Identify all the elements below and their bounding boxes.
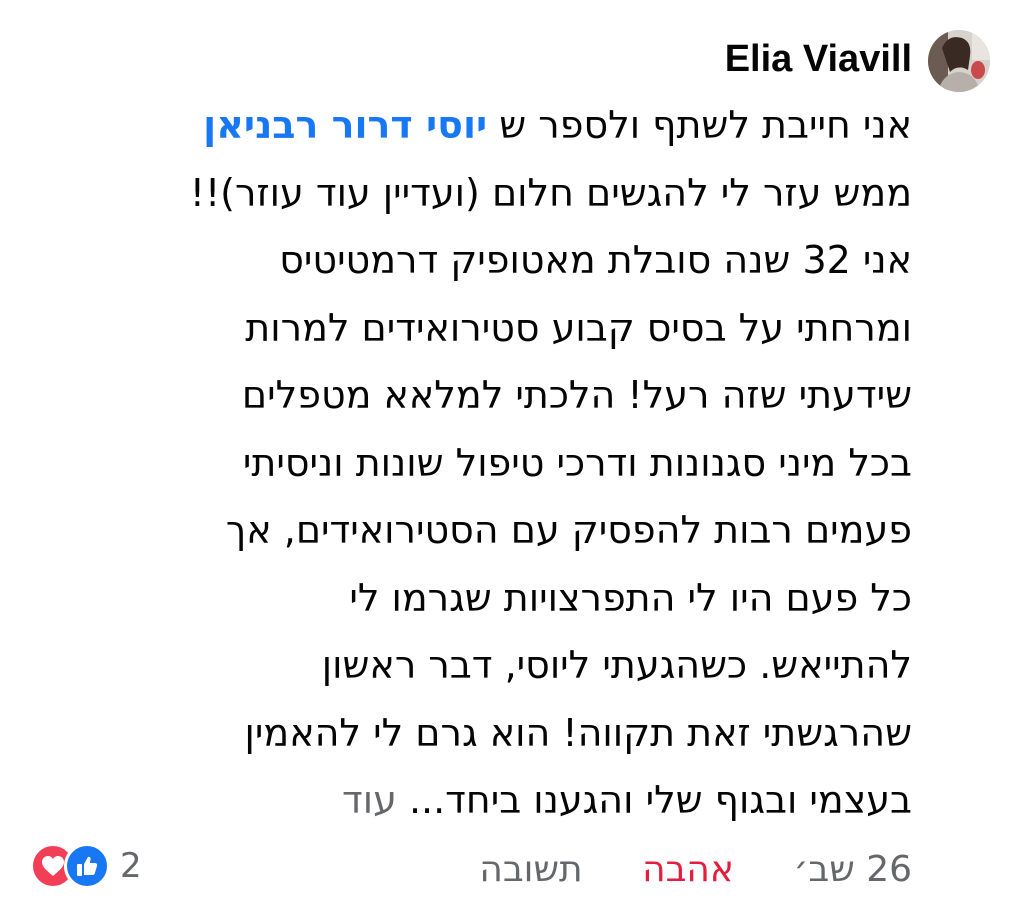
reaction-count: 2 — [120, 846, 142, 886]
reaction-summary[interactable]: 2 — [30, 843, 142, 889]
comment-line: להתייאש. כשהגעתי ליוסי, דבר ראשון — [321, 643, 912, 687]
comment-line: ממש עזר לי להגשים חלום (ועדיין עוד עוזר)… — [189, 170, 912, 215]
comment-author[interactable]: Elia Viavill — [725, 36, 912, 82]
comment-line: בכל מיני סגנונות ודרכי טיפול שונות וניסי… — [242, 440, 912, 485]
avatar[interactable] — [928, 30, 990, 92]
comment-timestamp[interactable]: 26 שב׳ — [793, 846, 912, 894]
mention-link[interactable]: יוסי דרור רבניאן — [203, 103, 487, 147]
comment-line-text: אני חייבת לשתף ולספר ש — [487, 103, 912, 147]
comment-actions: 26 שב׳ אהבה תשובה — [479, 846, 912, 894]
comment-line: פעמים רבות להפסיק עם הסטירואידים, אך — [225, 508, 912, 552]
comment-line: בעצמי ובגוף שלי והגענו ביחד... עוד — [32, 767, 912, 835]
see-more-link[interactable]: עוד — [342, 778, 397, 822]
comment-line: כל פעם היו לי התפרצויות שגרמו לי — [349, 575, 912, 620]
comment-line: ומרחתי על בסיס קבוע סטירואידים למרות — [245, 305, 912, 350]
thumbs-up-icon — [64, 843, 110, 889]
reply-button[interactable]: תשובה — [479, 846, 582, 894]
love-reaction-button[interactable]: אהבה — [642, 846, 734, 894]
comment-line: שידעתי שזה רעל! הלכתי למלאא מטפלים — [241, 373, 912, 417]
comment-line: שהרגשתי זאת תקווה! הוא גרם לי להאמין — [244, 710, 912, 755]
comment-line: אני 32 שנה סובלת מאטופיק דרמטיטיס — [279, 238, 912, 282]
comment-body: אני חייבת לשתף ולספר ש יוסי דרור רבניאן … — [32, 92, 912, 835]
comment-line: אני חייבת לשתף ולספר ש יוסי דרור רבניאן — [32, 92, 912, 160]
avatar-photo — [928, 30, 990, 92]
comment: Elia Viavill אני חייבת לשתף ולספר ש יוסי… — [0, 0, 1024, 907]
comment-line-text: בעצמי ובגוף שלי והגענו ביחד... — [396, 778, 912, 822]
